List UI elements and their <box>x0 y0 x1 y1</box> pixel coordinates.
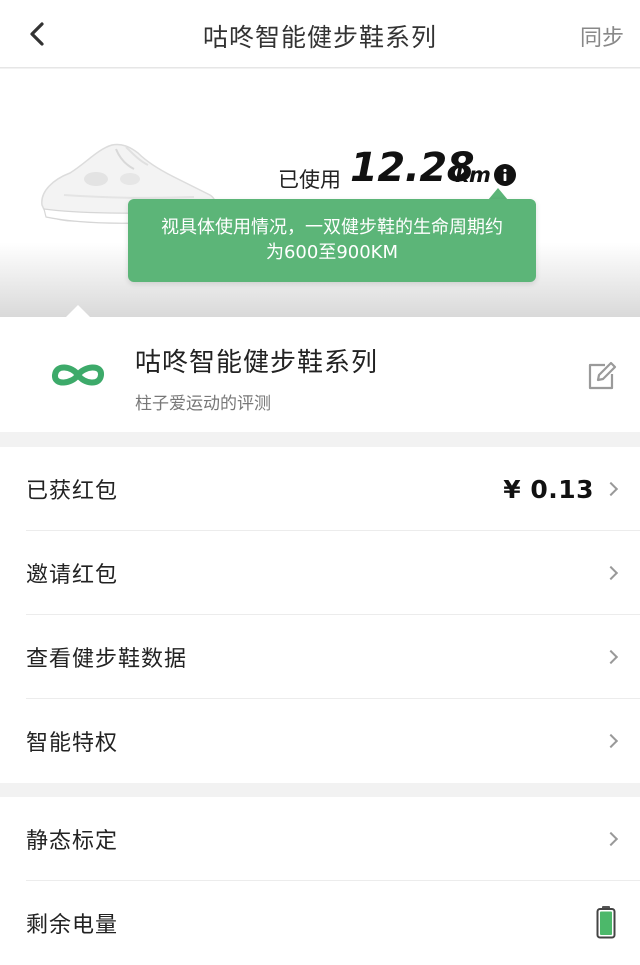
menu-item-red-packets[interactable]: 已获红包 ¥ 0.13 <box>0 447 640 531</box>
menu-item-label: 邀请红包 <box>26 563 119 588</box>
nav-bar: 咕咚智能健步鞋系列 同步 <box>0 0 640 68</box>
usage-unit: km <box>455 163 491 187</box>
chevron-right-icon <box>603 649 619 665</box>
menu-item-static-calibration[interactable]: 静态标定 <box>0 797 640 881</box>
infinity-logo-icon <box>52 364 104 386</box>
info-glyph <box>503 168 507 181</box>
series-card: 咕咚智能健步鞋系列 柱子爱运动的评测 <box>0 317 640 432</box>
chevron-right-icon <box>603 831 619 847</box>
red-packet-amount: ¥ 0.13 <box>503 474 594 504</box>
chevron-right-icon <box>603 481 619 497</box>
usage-tooltip: 视具体使用情况，一双健步鞋的生命周期约 为600至900KM <box>128 199 536 282</box>
edit-icon[interactable] <box>585 360 617 392</box>
chevron-right-icon <box>603 565 619 581</box>
shoe-usage-hero: 已使用 12.28 km 视具体使用情况，一双健步鞋的生命周期约 为600至90… <box>0 69 640 317</box>
sync-button[interactable]: 同步 <box>580 20 624 52</box>
battery-icon <box>596 906 616 939</box>
tooltip-text: 视具体使用情况，一双健步鞋的生命周期约 为600至900KM <box>161 217 503 263</box>
menu-group-device: 静态标定 剩余电量 <box>0 797 640 965</box>
menu-item-label: 查看健步鞋数据 <box>26 647 188 672</box>
chevron-right-icon <box>603 733 619 749</box>
menu-item-label: 静态标定 <box>26 829 119 854</box>
page-title: 咕咚智能健步鞋系列 <box>202 23 437 52</box>
series-subtitle: 柱子爱运动的评测 <box>135 394 271 414</box>
menu-item-label: 剩余电量 <box>26 913 119 938</box>
menu-item-invite[interactable]: 邀请红包 <box>0 531 640 615</box>
menu-item-battery: 剩余电量 <box>0 881 640 965</box>
usage-label: 已使用 <box>278 168 341 192</box>
series-card-notch <box>66 305 90 317</box>
series-name: 咕咚智能健步鞋系列 <box>135 348 379 378</box>
menu-item-label: 已获红包 <box>26 479 119 504</box>
menu-item-shoe-data[interactable]: 查看健步鞋数据 <box>0 615 640 699</box>
info-icon[interactable] <box>494 164 516 186</box>
menu-group-rewards: 已获红包 ¥ 0.13 邀请红包 查看健步鞋数据 智能特权 <box>0 447 640 783</box>
menu-item-privileges[interactable]: 智能特权 <box>0 699 640 783</box>
menu-item-label: 智能特权 <box>26 731 119 756</box>
